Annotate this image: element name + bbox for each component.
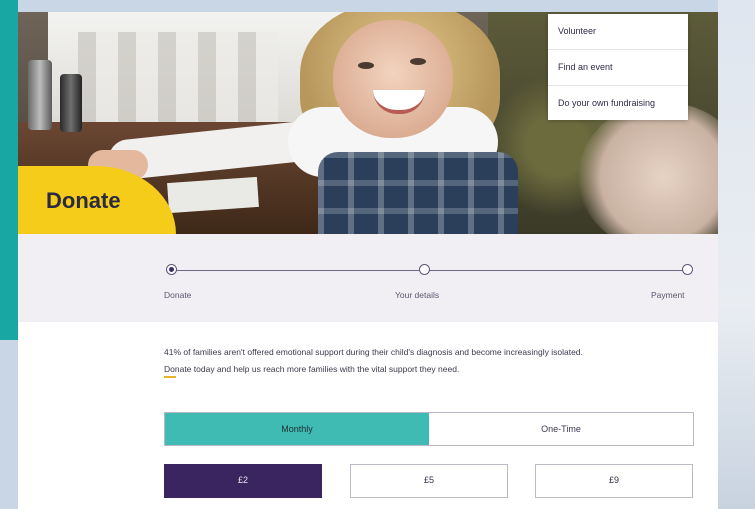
nav-dropdown-menu: Volunteer Find an event Do your own fund… bbox=[548, 14, 688, 120]
hero-image: Volunteer Find an event Do your own fund… bbox=[18, 12, 718, 234]
amount-options: £2 £5 £9 bbox=[164, 464, 694, 500]
step-label-details: Your details bbox=[395, 290, 440, 300]
menu-item-volunteer[interactable]: Volunteer bbox=[548, 14, 688, 50]
donation-page: Volunteer Find an event Do your own fund… bbox=[18, 12, 718, 509]
progress-stepper: Donate Your details Payment bbox=[18, 234, 718, 322]
step-payment-dot bbox=[682, 264, 693, 275]
accent-underline bbox=[164, 376, 176, 378]
pepper-shaker bbox=[60, 74, 82, 132]
child-face bbox=[333, 20, 453, 138]
step-donate-dot bbox=[166, 264, 177, 275]
frequency-toggle: Monthly One-Time bbox=[164, 412, 694, 446]
step-details-dot bbox=[419, 264, 430, 275]
intro-text-block: 41% of families aren't offered emotional… bbox=[164, 344, 584, 378]
menu-item-find-event[interactable]: Find an event bbox=[548, 50, 688, 86]
amount-5-button[interactable]: £5 bbox=[350, 464, 508, 498]
frequency-monthly-button[interactable]: Monthly bbox=[165, 413, 429, 445]
stepper-line bbox=[172, 270, 688, 271]
salt-shaker bbox=[28, 60, 52, 130]
menu-item-own-fundraising[interactable]: Do your own fundraising bbox=[548, 86, 688, 121]
step-label-payment: Payment bbox=[651, 290, 685, 300]
amount-2-button[interactable]: £2 bbox=[164, 464, 322, 498]
amount-9-button[interactable]: £9 bbox=[535, 464, 693, 498]
background-edge bbox=[718, 0, 755, 509]
page-title: Donate bbox=[46, 188, 121, 213]
left-accent-strip bbox=[0, 0, 18, 340]
step-label-donate: Donate bbox=[164, 290, 192, 300]
frequency-one-time-button[interactable]: One-Time bbox=[429, 413, 693, 445]
intro-paragraph: 41% of families aren't offered emotional… bbox=[164, 347, 583, 374]
